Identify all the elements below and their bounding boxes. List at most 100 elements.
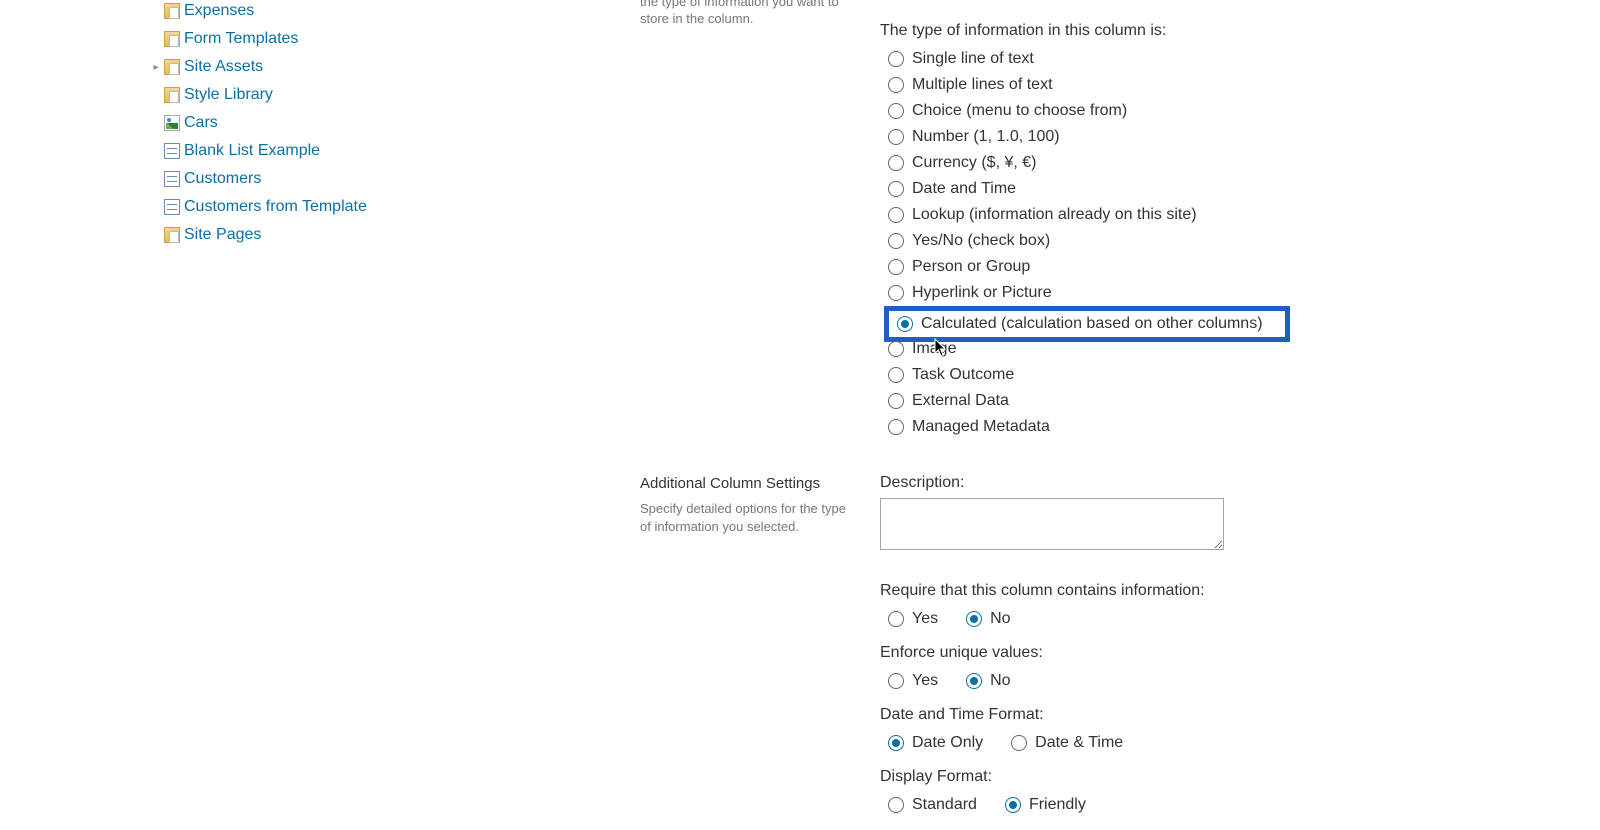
tree-item-label[interactable]: Form Templates xyxy=(184,30,298,48)
require-no[interactable]: No xyxy=(966,606,1010,632)
display-friendly[interactable]: Friendly xyxy=(1005,792,1086,818)
folder-icon xyxy=(164,31,180,47)
column-type-option-label: Image xyxy=(912,340,956,358)
radio-icon xyxy=(888,611,904,627)
column-type-option[interactable]: Managed Metadata xyxy=(888,414,1600,440)
enforce-yes[interactable]: Yes xyxy=(888,668,938,694)
tree-item-customers[interactable]: Customers xyxy=(140,166,620,192)
tree-item-label[interactable]: Expenses xyxy=(184,2,254,20)
radio-icon xyxy=(1011,735,1027,751)
chevron-right-icon: ▸ xyxy=(150,61,162,73)
column-type-option[interactable]: Hyperlink or Picture xyxy=(888,280,1600,306)
radio-icon xyxy=(897,316,913,332)
column-type-radios: Single line of text Multiple lines of tex… xyxy=(880,46,1600,440)
column-type-option[interactable]: Yes/No (check box) xyxy=(888,228,1600,254)
tree-item-blank-list[interactable]: Blank List Example xyxy=(140,138,620,164)
tree-item-site-assets[interactable]: ▸ Site Assets xyxy=(140,54,620,80)
radio-icon xyxy=(888,77,904,93)
column-type-option-label: Currency ($, ¥, €) xyxy=(912,154,1036,172)
tree-item-site-pages[interactable]: Site Pages xyxy=(140,222,620,248)
radio-icon xyxy=(888,393,904,409)
require-label: Require that this column contains inform… xyxy=(880,582,1600,600)
folder-icon xyxy=(164,87,180,103)
description-input[interactable] xyxy=(880,498,1224,550)
datetime-date-only[interactable]: Date Only xyxy=(888,730,983,756)
column-type-option[interactable]: Task Outcome xyxy=(888,362,1600,388)
column-type-option-label: Calculated (calculation based on other c… xyxy=(921,315,1263,333)
column-type-option-label: External Data xyxy=(912,392,1009,410)
radio-icon xyxy=(888,735,904,751)
column-type-option-label: Multiple lines of text xyxy=(912,76,1053,94)
radio-icon xyxy=(888,259,904,275)
column-type-option-label: Task Outcome xyxy=(912,366,1014,384)
enforce-no[interactable]: No xyxy=(966,668,1010,694)
column-type-option-label: Single line of text xyxy=(912,50,1034,68)
require-yes[interactable]: Yes xyxy=(888,606,938,632)
tree-item-form-templates[interactable]: Form Templates xyxy=(140,26,620,52)
column-type-option[interactable]: External Data xyxy=(888,388,1600,414)
tree-item-label[interactable]: Style Library xyxy=(184,86,273,104)
description-label: Description: xyxy=(880,474,1600,492)
tree-item-label[interactable]: Blank List Example xyxy=(184,142,320,160)
radio-icon xyxy=(966,611,982,627)
datetime-date-time[interactable]: Date & Time xyxy=(1011,730,1123,756)
column-type-option[interactable]: Lookup (information already on this site… xyxy=(888,202,1600,228)
folder-icon xyxy=(164,227,180,243)
tree-item-label[interactable]: Customers from Template xyxy=(184,198,367,216)
tree-item-label[interactable]: Site Pages xyxy=(184,226,261,244)
help-type-text: the type of information you want to stor… xyxy=(640,0,860,28)
column-type-option-label: Choice (menu to choose from) xyxy=(912,102,1127,120)
column-type-option-label: Yes/No (check box) xyxy=(912,232,1050,250)
tree-item-style-library[interactable]: Style Library xyxy=(140,82,620,108)
radio-icon xyxy=(888,285,904,301)
column-type-option[interactable]: Number (1, 1.0, 100) xyxy=(888,124,1600,150)
picture-icon xyxy=(164,115,180,131)
column-type-label: The type of information in this column i… xyxy=(880,22,1600,40)
column-type-option[interactable]: Calculated (calculation based on other c… xyxy=(884,306,1290,342)
additional-settings-help: Specify detailed options for the type of… xyxy=(640,500,860,536)
radio-icon xyxy=(888,181,904,197)
column-type-option-label: Number (1, 1.0, 100) xyxy=(912,128,1060,146)
radio-icon xyxy=(888,207,904,223)
sidebar-tree: ▾ Documents Expenses Form Templates ▸ Si… xyxy=(0,0,620,830)
radio-icon xyxy=(888,367,904,383)
tree-item-label[interactable]: Cars xyxy=(184,114,218,132)
folder-icon xyxy=(164,59,180,75)
column-type-option[interactable]: Multiple lines of text xyxy=(888,72,1600,98)
list-icon xyxy=(164,143,180,159)
datetime-format-label: Date and Time Format: xyxy=(880,706,1600,724)
column-type-option[interactable]: Choice (menu to choose from) xyxy=(888,98,1600,124)
column-type-option[interactable]: Single line of text xyxy=(888,46,1600,72)
radio-icon xyxy=(888,673,904,689)
additional-settings-heading: Additional Column Settings xyxy=(640,475,860,492)
radio-icon xyxy=(888,419,904,435)
tree-item-customers-template[interactable]: Customers from Template xyxy=(140,194,620,220)
column-type-option-label: Date and Time xyxy=(912,180,1016,198)
enforce-label: Enforce unique values: xyxy=(880,644,1600,662)
display-standard[interactable]: Standard xyxy=(888,792,977,818)
tree-item-cars[interactable]: Cars xyxy=(140,110,620,136)
radio-icon xyxy=(1005,797,1021,813)
column-type-option[interactable]: Person or Group xyxy=(888,254,1600,280)
column-type-option-label: Person or Group xyxy=(912,258,1030,276)
column-type-option-label: Managed Metadata xyxy=(912,418,1050,436)
folder-icon xyxy=(164,3,180,19)
tree-item-expenses[interactable]: Expenses xyxy=(140,0,620,24)
display-format-label: Display Format: xyxy=(880,768,1600,786)
radio-icon xyxy=(888,797,904,813)
radio-icon xyxy=(888,341,904,357)
radio-icon xyxy=(888,129,904,145)
tree-item-label[interactable]: Site Assets xyxy=(184,58,263,76)
radio-icon xyxy=(888,103,904,119)
column-type-option[interactable]: Date and Time xyxy=(888,176,1600,202)
column-type-option-label: Lookup (information already on this site… xyxy=(912,206,1197,224)
tree-item-label[interactable]: Customers xyxy=(184,170,261,188)
column-type-option-label: Hyperlink or Picture xyxy=(912,284,1052,302)
list-icon xyxy=(164,199,180,215)
radio-icon xyxy=(888,155,904,171)
radio-icon xyxy=(966,673,982,689)
column-type-option[interactable]: Currency ($, ¥, €) xyxy=(888,150,1600,176)
radio-icon xyxy=(888,51,904,67)
list-icon xyxy=(164,171,180,187)
radio-icon xyxy=(888,233,904,249)
